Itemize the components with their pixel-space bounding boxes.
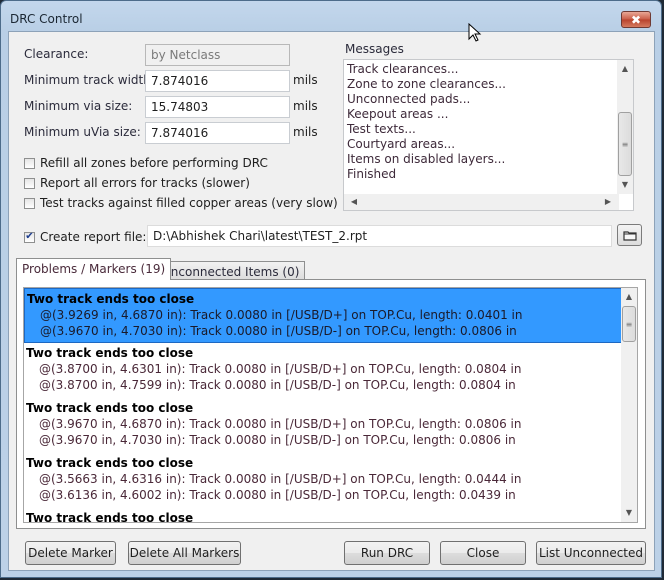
- window-close-button[interactable]: ✖: [621, 11, 651, 28]
- marker-detail: @(3.8700 in, 4.6301 in): Track 0.0080 in…: [39, 362, 522, 376]
- marker-detail: @(3.8700 in, 4.7599 in): Track 0.0080 in…: [39, 378, 516, 392]
- marker-detail: @(3.9670 in, 4.6870 in): Track 0.0080 in…: [39, 417, 522, 431]
- marker-item[interactable]: Two track ends too close @(3.9269 in, 4.…: [24, 288, 624, 343]
- message-line: Zone to zone clearances...: [347, 77, 506, 91]
- min-track-width-unit: mils: [293, 73, 318, 87]
- marker-detail: @(3.9670 in, 4.7030 in): Track 0.0080 in…: [40, 324, 517, 338]
- marker-detail: @(3.6136 in, 4.6002 in): Track 0.0080 in…: [39, 488, 516, 502]
- messages-label: Messages: [345, 42, 404, 56]
- messages-hscrollbar[interactable]: ◀ ▶: [344, 194, 619, 210]
- dialog-body: Clearance: by Netclass Minimum track wid…: [8, 31, 655, 571]
- message-line: Courtyard areas...: [347, 137, 456, 151]
- min-uvia-size-unit: mils: [293, 125, 318, 139]
- tab-unconnected-items[interactable]: Unconnected Items (0): [156, 261, 306, 280]
- min-uvia-size-label: Minimum uVia size:: [24, 125, 141, 139]
- marker-title: Two track ends too close: [27, 292, 195, 306]
- test-tracks-label: Test tracks against filled copper areas …: [40, 196, 338, 210]
- create-report-option[interactable]: ✔ Create report file:: [24, 230, 146, 244]
- marker-detail: @(3.9670 in, 4.7030 in): Track 0.0080 in…: [39, 433, 516, 447]
- marker-title: Two track ends too close: [26, 401, 194, 415]
- grip-icon: ≡: [625, 319, 633, 329]
- min-via-size-label: Minimum via size:: [24, 99, 133, 113]
- min-track-width-label: Minimum track width:: [24, 73, 155, 87]
- marker-item[interactable]: Two track ends too close @(3.9670 in, 4.…: [24, 398, 624, 453]
- clearance-label: Clearance:: [24, 47, 89, 61]
- list-unconnected-button[interactable]: List Unconnected: [536, 541, 646, 565]
- checkmark-icon: ✔: [25, 231, 34, 242]
- min-track-width-input[interactable]: 7.874016: [145, 70, 290, 92]
- messages-list: Track clearances... Zone to zone clearan…: [347, 62, 506, 182]
- folder-icon: [622, 230, 637, 241]
- min-via-size-unit: mils: [293, 99, 318, 113]
- report-all-errors-option[interactable]: Report all errors for tracks (slower): [24, 176, 250, 190]
- browse-report-button[interactable]: [617, 224, 642, 246]
- message-line: Unconnected pads...: [347, 92, 471, 106]
- marker-title: Two track ends too close: [26, 511, 194, 523]
- marker-item[interactable]: Two track ends too close @(3.8700 in, 4.…: [24, 343, 624, 398]
- mouse-cursor-icon: [468, 23, 482, 42]
- marker-item[interactable]: Two track ends too close: [24, 508, 624, 523]
- window-title: DRC Control: [10, 12, 83, 26]
- messages-box[interactable]: Track clearances... Zone to zone clearan…: [343, 59, 634, 211]
- refill-zones-option[interactable]: Refill all zones before performing DRC: [24, 156, 268, 170]
- marker-detail: @(3.5663 in, 4.6316 in): Track 0.0080 in…: [39, 472, 522, 486]
- delete-marker-button[interactable]: Delete Marker: [25, 541, 116, 565]
- marker-detail: @(3.9269 in, 4.6870 in): Track 0.0080 in…: [40, 308, 523, 322]
- message-line: Keepout areas ...: [347, 107, 449, 121]
- scroll-left-icon[interactable]: ◀: [347, 197, 361, 206]
- scroll-down-icon[interactable]: ▼: [622, 508, 636, 517]
- create-report-checkbox[interactable]: ✔: [24, 231, 35, 243]
- create-report-label: Create report file:: [40, 230, 147, 244]
- problems-panel: Two track ends too close @(3.9269 in, 4.…: [16, 279, 646, 529]
- clearance-field: by Netclass: [145, 44, 290, 66]
- refill-zones-checkbox[interactable]: [24, 157, 35, 169]
- scroll-right-icon[interactable]: ▶: [601, 197, 615, 206]
- report-all-errors-label: Report all errors for tracks (slower): [40, 176, 250, 190]
- close-button[interactable]: Close: [440, 541, 526, 565]
- marker-title: Two track ends too close: [26, 346, 194, 360]
- refill-zones-label: Refill all zones before performing DRC: [40, 156, 268, 170]
- close-icon: ✖: [630, 12, 642, 27]
- report-path-input[interactable]: D:\Abhishek Chari\latest\TEST_2.rpt: [147, 225, 612, 247]
- marker-item[interactable]: Two track ends too close @(3.5663 in, 4.…: [24, 453, 624, 508]
- drc-control-window: DRC Control ✖ Clearance: by Netclass Min…: [0, 0, 662, 578]
- markers-vscrollbar[interactable]: ▲ ≡ ▼: [621, 288, 637, 522]
- min-uvia-size-input[interactable]: 7.874016: [145, 122, 290, 144]
- message-line: Track clearances...: [347, 62, 459, 76]
- scroll-down-icon[interactable]: ▼: [618, 180, 632, 189]
- message-line: Test texts...: [347, 122, 416, 136]
- message-line: Finished: [347, 167, 397, 181]
- message-line: Items on disabled layers...: [347, 152, 506, 166]
- messages-vscrollbar[interactable]: ▲ ≡ ▼: [617, 60, 633, 194]
- grip-icon: ≡: [621, 139, 629, 149]
- scroll-up-icon[interactable]: ▲: [618, 64, 632, 73]
- report-all-errors-checkbox[interactable]: [24, 177, 35, 189]
- messages-scroll-thumb[interactable]: ≡: [618, 112, 632, 176]
- min-via-size-input[interactable]: 15.74803: [145, 96, 290, 118]
- scroll-up-icon[interactable]: ▲: [622, 292, 636, 301]
- tab-problems-markers[interactable]: Problems / Markers (19): [16, 258, 172, 280]
- markers-scroll-thumb[interactable]: ≡: [622, 306, 636, 342]
- marker-title: Two track ends too close: [26, 456, 194, 470]
- run-drc-button[interactable]: Run DRC: [344, 541, 430, 565]
- delete-all-markers-button[interactable]: Delete All Markers: [128, 541, 241, 565]
- test-tracks-option[interactable]: Test tracks against filled copper areas …: [24, 196, 338, 210]
- test-tracks-checkbox[interactable]: [24, 197, 35, 209]
- markers-list[interactable]: Two track ends too close @(3.9269 in, 4.…: [23, 287, 638, 523]
